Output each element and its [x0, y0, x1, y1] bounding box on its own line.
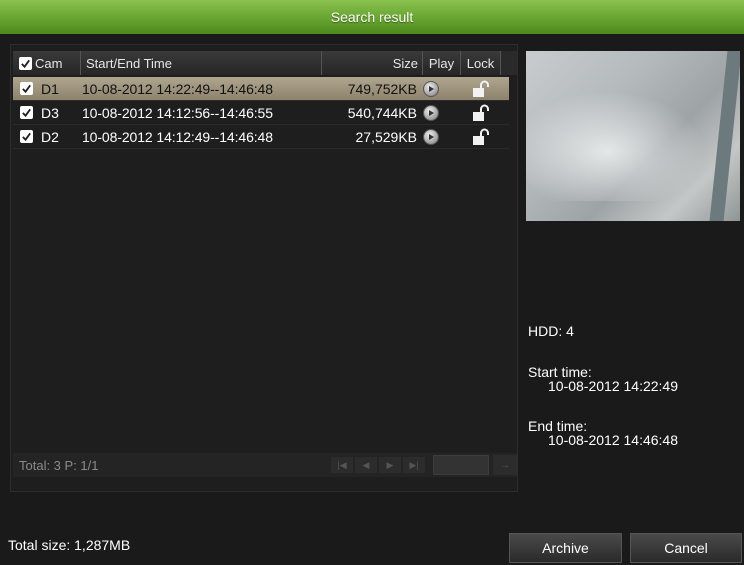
header-cam-label: Cam — [35, 55, 63, 71]
play-icon[interactable] — [423, 128, 439, 145]
end-time-value: 10-08-2012 14:46:48 — [548, 432, 678, 448]
table-row[interactable]: D2 10-08-2012 14:12:49--14:46:48 27,529K… — [13, 125, 509, 149]
row-size: 27,529KB — [355, 128, 418, 145]
video-preview — [526, 51, 740, 221]
results-panel: Cam Start/End Time Size Play Lock D1 10-… — [10, 44, 518, 492]
unlock-icon[interactable] — [472, 104, 490, 122]
row-cam: D3 — [41, 104, 59, 121]
play-icon[interactable] — [423, 104, 439, 121]
play-icon[interactable] — [423, 80, 439, 97]
row-play-cell — [423, 80, 461, 97]
unlock-icon[interactable] — [472, 80, 490, 98]
next-page-icon[interactable]: ▶ — [379, 457, 401, 473]
row-cam-cell: D2 — [13, 129, 81, 145]
window-title-text: Search result — [330, 9, 414, 25]
table-row[interactable]: D3 10-08-2012 14:12:56--14:46:55 540,744… — [13, 101, 509, 125]
total-size: Total size: 1,287MB — [8, 537, 131, 553]
unlock-icon[interactable] — [472, 128, 490, 146]
header-cam[interactable]: Cam — [13, 51, 81, 75]
row-lock-cell — [461, 80, 501, 98]
row-checkbox[interactable] — [20, 82, 33, 95]
preview-image-beam — [707, 51, 740, 221]
header-scroll-spacer — [501, 51, 517, 75]
window-title: Search result — [0, 0, 744, 34]
row-play-cell — [423, 128, 461, 145]
cancel-button[interactable]: Cancel — [630, 533, 742, 563]
row-cam: D2 — [41, 128, 59, 145]
archive-button[interactable]: Archive — [509, 533, 622, 563]
header-lock-label: Lock — [466, 55, 495, 71]
row-time: 10-08-2012 14:12:49--14:46:48 — [82, 128, 273, 145]
table-footer: Total: 3 P: 1/1 |◀ ◀ ▶ ▶| → — [13, 453, 517, 477]
row-size: 749,752KB — [347, 80, 417, 97]
row-play-cell — [423, 104, 461, 121]
results-total: Total: 3 P: 1/1 — [19, 457, 99, 473]
row-cam: D1 — [41, 80, 59, 97]
row-time: 10-08-2012 14:12:56--14:46:55 — [82, 104, 273, 121]
header-time[interactable]: Start/End Time — [81, 51, 322, 75]
table-header: Cam Start/End Time Size Play Lock — [13, 51, 517, 75]
last-page-icon[interactable]: ▶| — [403, 457, 425, 473]
header-play-label: Play — [428, 55, 455, 71]
header-play: Play — [423, 51, 461, 75]
header-time-label: Start/End Time — [86, 55, 172, 71]
first-page-icon[interactable]: |◀ — [331, 457, 353, 473]
row-lock-cell — [461, 104, 501, 122]
row-checkbox[interactable] — [20, 130, 33, 143]
header-lock: Lock — [461, 51, 501, 75]
hdd-info: HDD: 4 — [528, 323, 574, 339]
header-size[interactable]: Size — [322, 51, 423, 75]
prev-page-icon[interactable]: ◀ — [355, 457, 377, 473]
row-checkbox[interactable] — [20, 106, 33, 119]
start-time-value: 10-08-2012 14:22:49 — [548, 378, 678, 394]
table-row[interactable]: D1 10-08-2012 14:22:49--14:46:48 749,752… — [13, 77, 509, 101]
header-size-label: Size — [392, 55, 418, 71]
results-list: D1 10-08-2012 14:22:49--14:46:48 749,752… — [13, 77, 509, 149]
preview-image-haze — [526, 91, 706, 201]
row-size: 540,744KB — [347, 104, 417, 121]
row-cam-cell: D3 — [13, 105, 81, 121]
select-all-checkbox[interactable] — [19, 56, 32, 70]
row-cam-cell: D1 — [13, 81, 81, 97]
go-page-icon[interactable]: → — [493, 455, 517, 475]
row-lock-cell — [461, 128, 501, 146]
row-time: 10-08-2012 14:22:49--14:46:48 — [82, 80, 273, 97]
pager: |◀ ◀ ▶ ▶| — [331, 457, 425, 473]
page-number-input[interactable] — [433, 455, 489, 475]
